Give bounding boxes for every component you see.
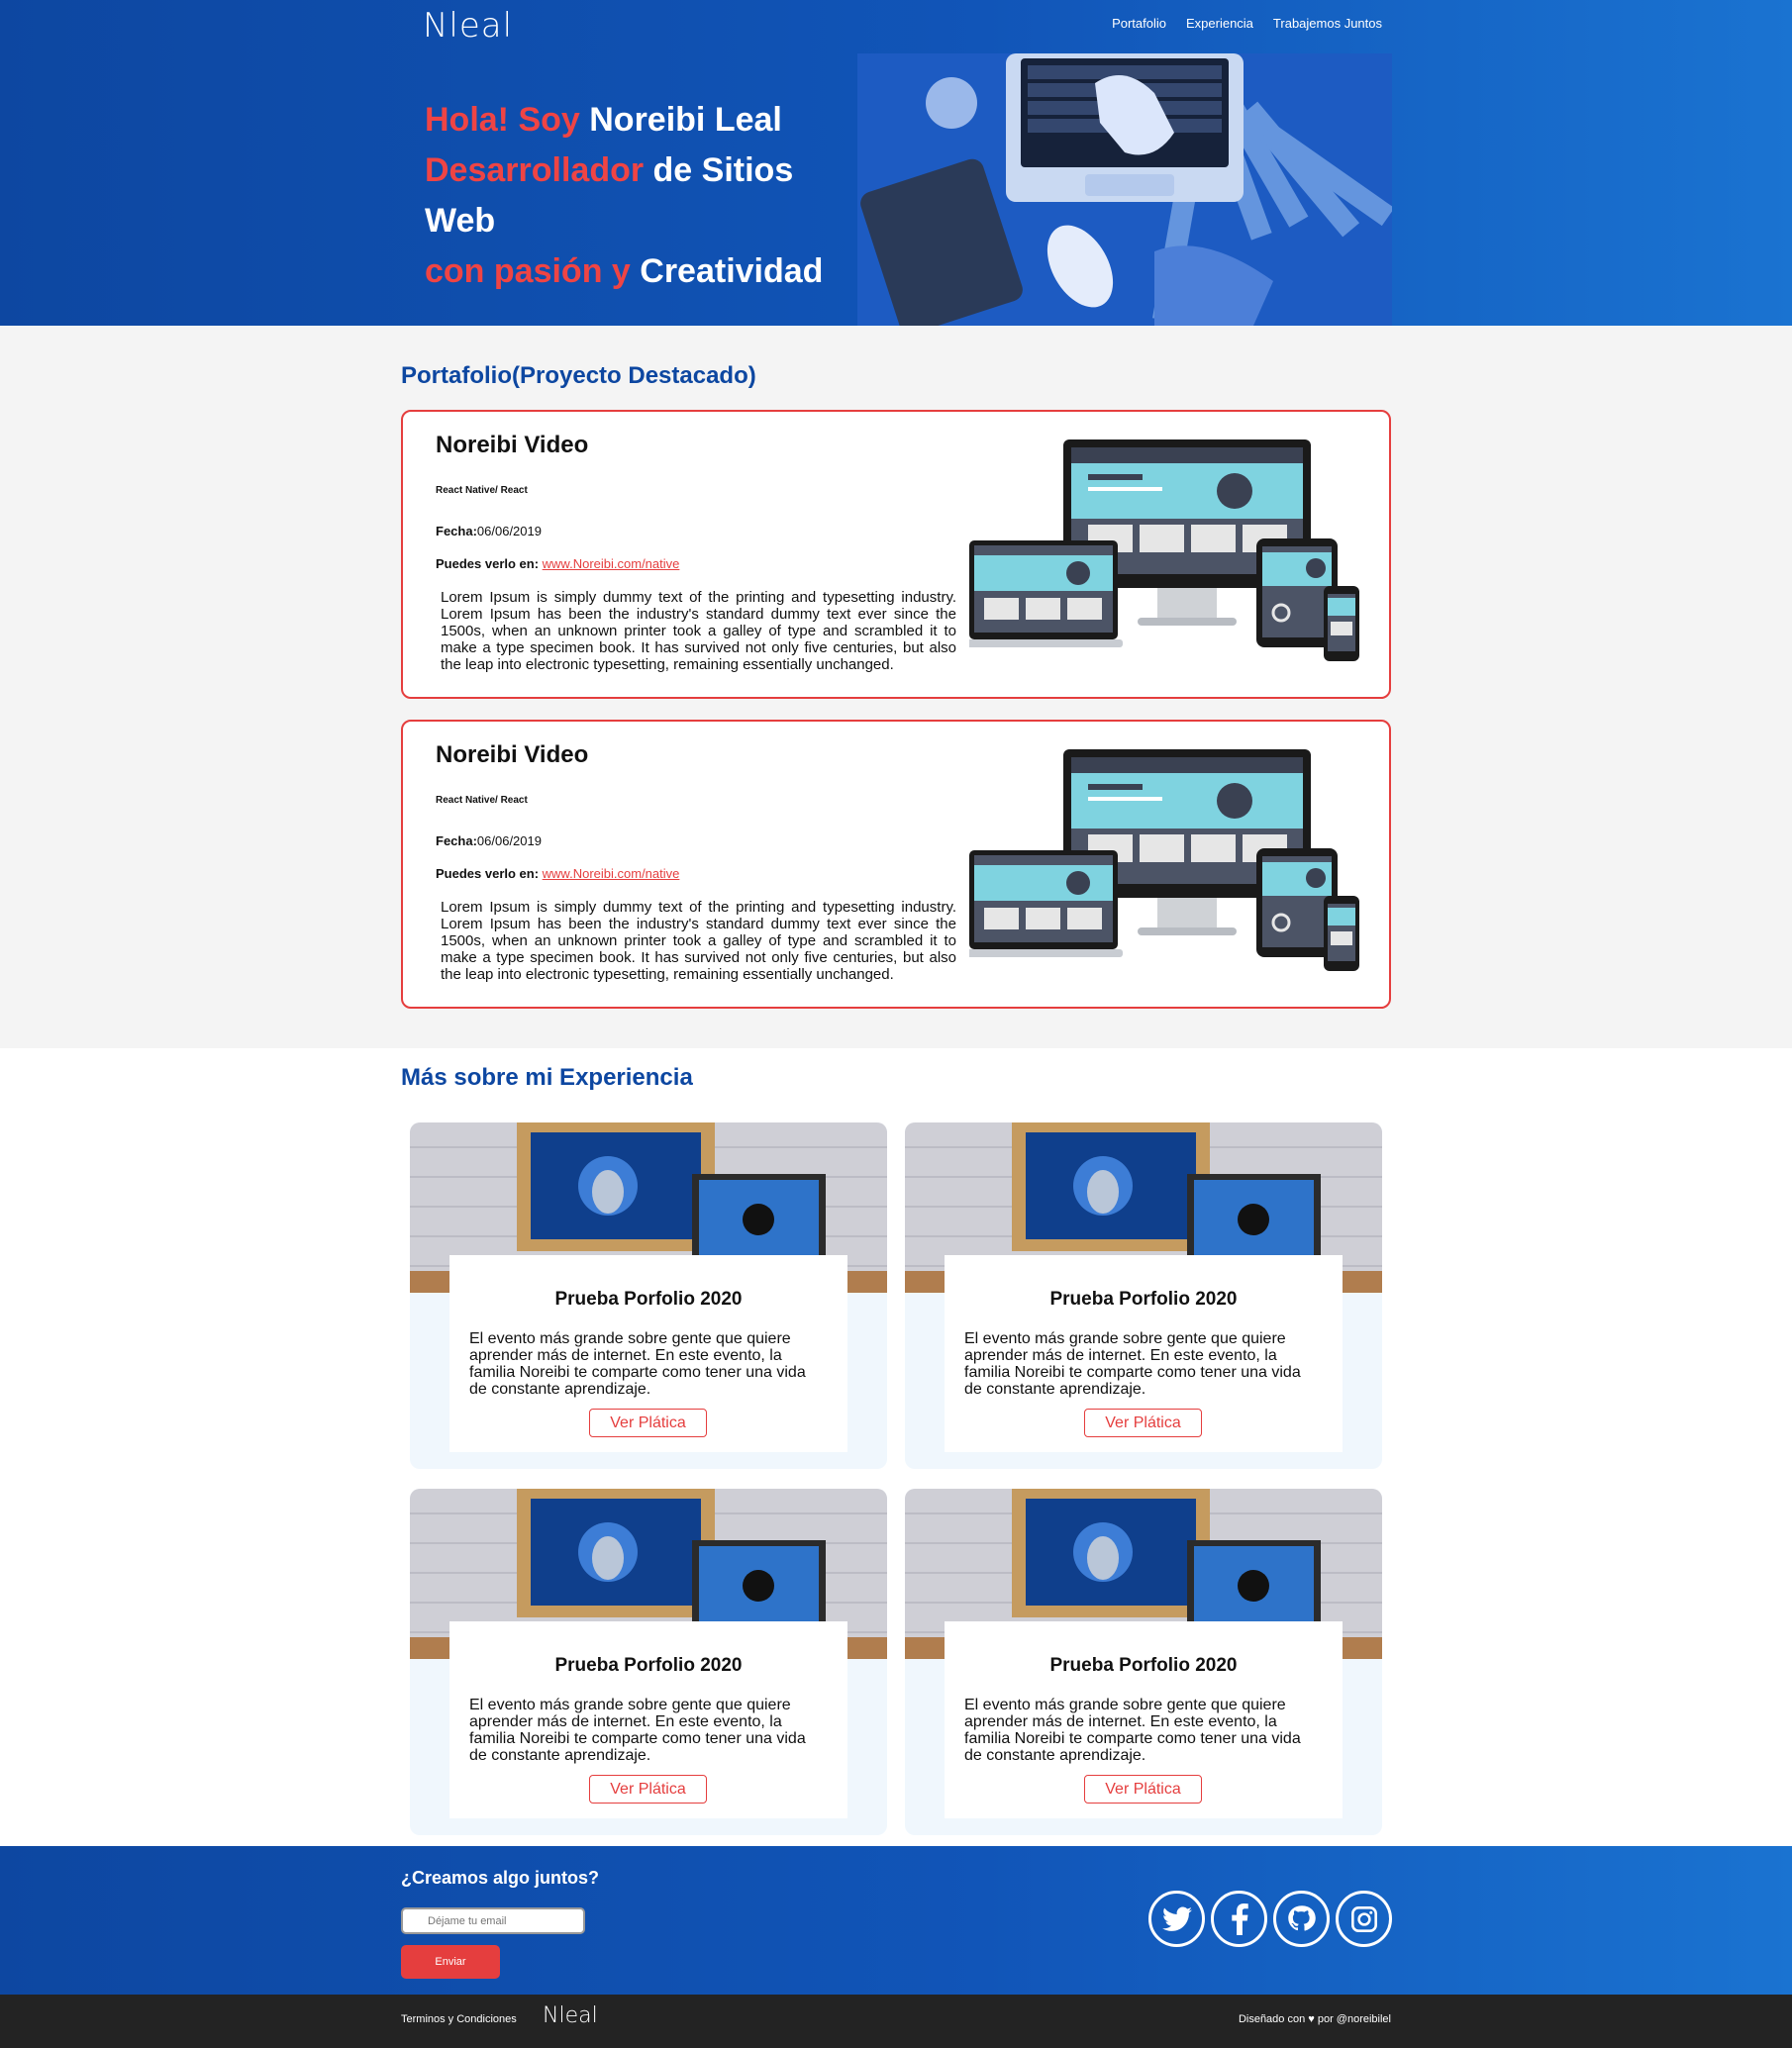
hero-name: Noreibi Leal [589, 101, 782, 139]
project-link-row: Puedes verlo en: www.Noreibi.com/native [436, 556, 679, 571]
hero-role-suffix: de Sitios [644, 151, 794, 189]
site-logo[interactable]: Nleal [423, 6, 513, 46]
experience-title: Más sobre mi Experiencia [401, 1064, 693, 1091]
facebook-icon[interactable] [1211, 1891, 1267, 1947]
responsive-devices-image [969, 749, 1359, 971]
experience-card: Prueba Porfolio 2020 El evento más grand… [905, 1122, 1382, 1469]
hero-greeting: Hola! Soy [425, 101, 590, 139]
contact-section: ¿Creamos algo juntos? Enviar [0, 1846, 1792, 1995]
hero-role: Desarrollador [425, 151, 645, 189]
hero-web: Web [425, 202, 496, 240]
project-link-row: Puedes verlo en: www.Noreibi.com/native [436, 866, 679, 881]
hero-headline: Hola! Soy Noreibi Leal Desarrollador de … [425, 95, 823, 297]
instagram-icon[interactable] [1336, 1891, 1392, 1947]
terms-link[interactable]: Terminos y Condiciones [401, 2013, 517, 2025]
main-nav: Portafolio Experiencia Trabajemos Juntos [1112, 16, 1382, 31]
email-input[interactable] [401, 1907, 585, 1934]
project-name: Noreibi Video [436, 432, 589, 458]
project-description: Lorem Ipsum is simply dummy text of the … [441, 899, 956, 983]
card-description: El evento más grande sobre gente que qui… [964, 1697, 1301, 1764]
card-description: El evento más grande sobre gente que qui… [964, 1330, 1301, 1398]
phone-device [1324, 586, 1359, 661]
portfolio-section: Portafolio(Proyecto Destacado) Noreibi V… [0, 326, 1792, 1048]
project-date: Fecha:06/06/2019 [436, 833, 542, 848]
portfolio-title: Portafolio(Proyecto Destacado) [401, 362, 756, 389]
experience-card-body: Prueba Porfolio 2020 El evento más grand… [449, 1255, 847, 1452]
contact-title: ¿Creamos algo juntos? [401, 1868, 600, 1888]
hero-laptop-image [857, 53, 1392, 326]
designer-credit: Diseñado con ♥ por @noreibilel [1238, 2013, 1391, 2025]
project-tech: React Native/ React [436, 795, 528, 806]
date-label: Fecha: [436, 833, 477, 848]
experience-card: Prueba Porfolio 2020 El evento más grand… [410, 1489, 887, 1835]
project-name: Noreibi Video [436, 741, 589, 768]
card-title: Prueba Porfolio 2020 [1049, 1289, 1238, 1310]
ver-platica-button[interactable]: Ver Plática [1084, 1775, 1202, 1804]
link-label: Puedes verlo en: [436, 866, 543, 881]
card-title: Prueba Porfolio 2020 [554, 1655, 743, 1676]
ver-platica-button[interactable]: Ver Plática [589, 1775, 707, 1804]
twitter-icon[interactable] [1148, 1891, 1205, 1947]
hero-passion: con pasión y [425, 252, 641, 290]
experience-card: Prueba Porfolio 2020 El evento más grand… [410, 1122, 887, 1469]
card-description: El evento más grande sobre gente que qui… [469, 1697, 806, 1764]
card-title: Prueba Porfolio 2020 [554, 1289, 743, 1310]
date-value: 06/06/2019 [476, 833, 542, 848]
project-link[interactable]: www.Noreibi.com/native [543, 866, 680, 881]
page-footer: Terminos y Condiciones Nleal Diseñado co… [0, 1995, 1792, 2048]
date-value: 06/06/2019 [476, 524, 542, 538]
hero-header: Nleal Portafolio Experiencia Trabajemos … [0, 0, 1792, 326]
phone-device [1324, 896, 1359, 971]
ver-platica-button[interactable]: Ver Plática [589, 1409, 707, 1437]
ver-platica-button[interactable]: Ver Plática [1084, 1409, 1202, 1437]
link-label: Puedes verlo en: [436, 556, 543, 571]
github-icon[interactable] [1273, 1891, 1330, 1947]
experience-card-body: Prueba Porfolio 2020 El evento más grand… [945, 1621, 1343, 1818]
card-description: El evento más grande sobre gente que qui… [469, 1330, 806, 1398]
laptop-device [969, 850, 1123, 957]
nav-experiencia[interactable]: Experiencia [1186, 16, 1253, 31]
nav-portafolio[interactable]: Portafolio [1112, 16, 1166, 31]
date-label: Fecha: [436, 524, 477, 538]
project-description: Lorem Ipsum is simply dummy text of the … [441, 589, 956, 673]
send-button[interactable]: Enviar [401, 1945, 500, 1979]
card-title: Prueba Porfolio 2020 [1049, 1655, 1238, 1676]
footer-logo: Nleal [543, 2003, 598, 2028]
nav-trabajemos-juntos[interactable]: Trabajemos Juntos [1273, 16, 1382, 31]
experience-card-body: Prueba Porfolio 2020 El evento más grand… [945, 1255, 1343, 1452]
experience-card: Prueba Porfolio 2020 El evento más grand… [905, 1489, 1382, 1835]
laptop-device [969, 540, 1123, 647]
project-card: Noreibi Video React Native/ React Fecha:… [401, 720, 1391, 1009]
responsive-devices-image [969, 439, 1359, 661]
hero-creativity: Creatividad [640, 252, 824, 290]
experience-card-body: Prueba Porfolio 2020 El evento más grand… [449, 1621, 847, 1818]
social-links [1148, 1891, 1392, 1947]
project-date: Fecha:06/06/2019 [436, 524, 542, 538]
project-link[interactable]: www.Noreibi.com/native [543, 556, 680, 571]
project-card: Noreibi Video React Native/ React Fecha:… [401, 410, 1391, 699]
project-tech: React Native/ React [436, 485, 528, 496]
